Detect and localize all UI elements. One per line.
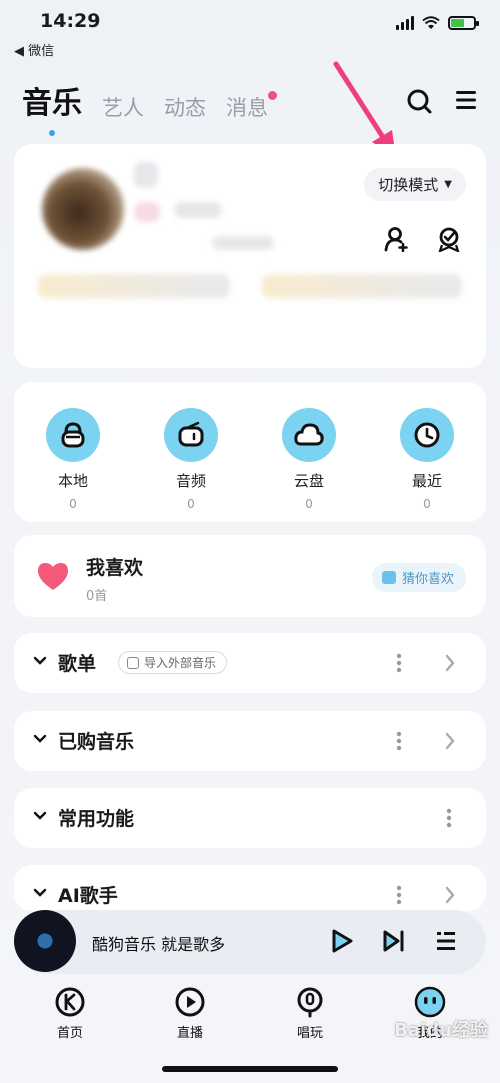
quick-count: 0 (423, 497, 431, 511)
quick-item-audio[interactable]: 音频 0 (151, 408, 231, 522)
signal-icon (396, 16, 414, 30)
favorites-count: 0首 (86, 589, 108, 604)
quick-item-local[interactable]: 本地 0 (33, 408, 113, 522)
avatar[interactable] (42, 168, 124, 250)
battery-icon (448, 16, 479, 30)
wifi-icon (422, 16, 440, 29)
search-icon[interactable] (406, 88, 432, 114)
quick-count: 0 (69, 497, 77, 511)
live-play-icon (175, 987, 205, 1017)
tab-feed[interactable]: 动态 (164, 92, 206, 122)
radio-icon (164, 408, 218, 462)
section-title: AI歌手 (58, 885, 118, 907)
album-disc[interactable] (14, 910, 76, 972)
guess-you-like-button[interactable]: 猜你喜欢 (371, 563, 466, 592)
switch-mode-button[interactable]: 切换模式 ▼ (364, 168, 466, 201)
mini-player[interactable]: 酷狗音乐 就是歌多 (14, 910, 486, 974)
active-tab-dot (49, 130, 55, 136)
section-title: 已购音乐 (58, 731, 135, 753)
quick-access-card: 本地 0 音频 0 云盘 0 最近 0 (14, 382, 486, 522)
nav-live[interactable]: 直播 (145, 986, 235, 1056)
section-common-functions[interactable]: 常用功能 (14, 788, 486, 848)
import-icon (127, 656, 139, 669)
status-icons (396, 16, 479, 30)
my-face-icon (414, 986, 446, 1018)
section-ai-singer[interactable]: AI歌手 (14, 865, 486, 911)
more-dots-icon[interactable] (396, 653, 402, 673)
quick-item-recent[interactable]: 最近 0 (387, 408, 467, 522)
chevron-down-icon (33, 811, 47, 820)
nav-home[interactable]: 首页 (25, 986, 115, 1056)
mic-icon (297, 987, 323, 1018)
menu-icon[interactable] (454, 88, 478, 112)
section-title: 歌单 (58, 653, 97, 675)
nav-sing[interactable]: 唱玩 (265, 986, 355, 1056)
nav-label: 直播 (176, 1026, 203, 1041)
import-external-music-button[interactable]: 导入外部音乐 (118, 651, 228, 674)
quick-count: 0 (305, 497, 313, 511)
section-playlists[interactable]: 歌单 导入外部音乐 (14, 633, 486, 693)
back-to-wechat[interactable]: ◀ 微信 (14, 40, 54, 59)
baidu-watermark: Baidu经验 (394, 1020, 488, 1041)
now-playing-text: 酷狗音乐 就是歌多 (92, 935, 226, 954)
favorites-title: 我喜欢 (86, 557, 144, 579)
chevron-down-icon (33, 734, 47, 743)
tab-artists[interactable]: 艺人 (102, 92, 144, 122)
quick-label: 云盘 (293, 472, 324, 490)
home-indicator[interactable] (162, 1066, 338, 1072)
more-dots-icon[interactable] (396, 885, 402, 905)
chevron-right-icon[interactable] (444, 885, 456, 905)
quick-label: 最近 (411, 472, 442, 490)
profile-card: 切换模式 ▼ (14, 144, 486, 368)
chevron-right-icon[interactable] (444, 731, 456, 751)
add-friend-icon[interactable] (384, 226, 410, 252)
checkin-icon[interactable] (436, 226, 462, 252)
favorites-card[interactable]: 我喜欢 0首 猜你喜欢 (14, 535, 486, 617)
quick-item-cloud[interactable]: 云盘 0 (269, 408, 349, 522)
section-title: 常用功能 (58, 808, 135, 830)
quick-count: 0 (187, 497, 195, 511)
quick-label: 本地 (57, 472, 88, 490)
nav-label: 首页 (56, 1026, 83, 1041)
chevron-right-icon[interactable] (444, 653, 456, 673)
chevron-down-icon (33, 656, 47, 665)
more-dots-icon[interactable] (446, 808, 452, 828)
cloud-icon (282, 408, 336, 462)
nav-label: 唱玩 (296, 1026, 323, 1041)
local-icon (46, 408, 100, 462)
heart-icon (38, 563, 68, 590)
play-icon[interactable] (330, 928, 354, 954)
next-track-icon[interactable] (382, 929, 406, 953)
kugou-home-icon (55, 987, 85, 1017)
section-purchased[interactable]: 已购音乐 (14, 711, 486, 771)
top-tabs: 音乐 艺人 动态 消息 (22, 78, 277, 136)
clock-icon (400, 408, 454, 462)
header-actions (406, 88, 478, 114)
more-dots-icon[interactable] (396, 731, 402, 751)
status-time: 14:29 (40, 10, 101, 32)
guess-icon (381, 571, 396, 584)
chevron-down-icon (33, 888, 47, 897)
quick-label: 音频 (175, 472, 206, 490)
playlist-icon[interactable] (434, 929, 458, 953)
tab-messages[interactable]: 消息 (226, 91, 277, 122)
player-controls (330, 928, 458, 954)
message-badge (268, 91, 277, 100)
tab-music[interactable]: 音乐 (22, 78, 82, 136)
